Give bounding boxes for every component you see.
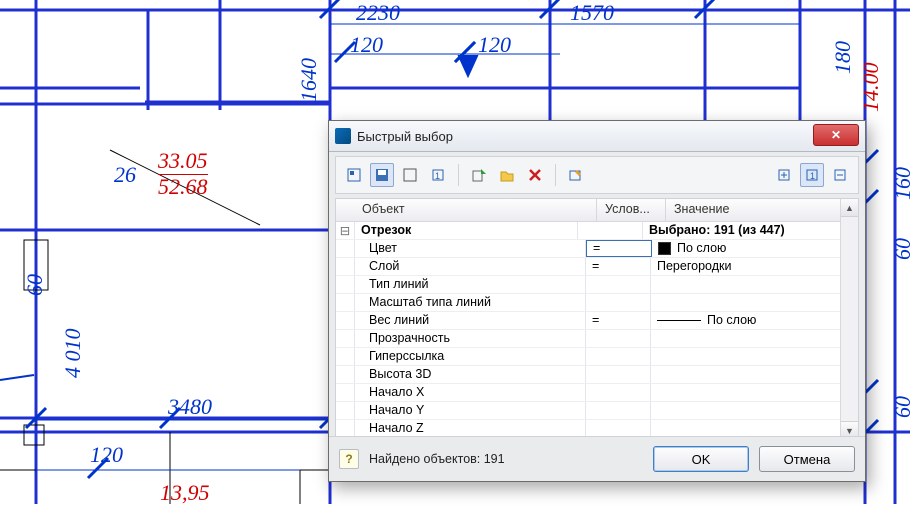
cell-condition[interactable] xyxy=(586,402,651,419)
scroll-up-icon[interactable]: ▲ xyxy=(841,199,858,217)
cell-condition[interactable] xyxy=(586,420,651,437)
tb-one-icon[interactable]: 1 xyxy=(800,163,824,187)
cell-condition[interactable]: = xyxy=(586,312,651,329)
grid-row[interactable]: Масштаб типа линий xyxy=(336,294,858,312)
app-icon xyxy=(335,128,351,144)
grid-row[interactable]: Вес линий= По слою xyxy=(336,312,858,330)
cell-value: Перегородки xyxy=(657,258,731,275)
cell-name: Гиперссылка xyxy=(355,348,586,365)
cell-name: Высота 3D xyxy=(355,366,586,383)
cell-name: Вес линий xyxy=(355,312,586,329)
expand-icon[interactable]: ⊟ xyxy=(336,222,355,239)
grid-row[interactable]: Начало X xyxy=(336,384,858,402)
titlebar[interactable]: Быстрый выбор ✕ xyxy=(329,121,865,152)
close-button[interactable]: ✕ xyxy=(813,124,859,146)
grid-row[interactable]: Высота 3D xyxy=(336,366,858,384)
grid-row[interactable]: Гиперссылка xyxy=(336,348,858,366)
group-value: Выбрано: 191 (из 447) xyxy=(643,222,858,239)
toolbar: 1 1 xyxy=(335,156,859,194)
cell-condition[interactable]: = xyxy=(586,258,651,275)
statusbar: ? Найдено объектов: 191 OK Отмена xyxy=(329,436,865,481)
cell-name: Цвет xyxy=(355,240,586,257)
tb-minus-icon[interactable] xyxy=(828,163,852,187)
cell-condition[interactable] xyxy=(586,348,651,365)
svg-text:1: 1 xyxy=(435,171,440,181)
svg-text:1: 1 xyxy=(810,171,815,181)
tb-plus-icon[interactable] xyxy=(772,163,796,187)
cell-name: Начало Y xyxy=(355,402,586,419)
cell-name: Начало X xyxy=(355,384,586,401)
tb-save-icon[interactable] xyxy=(370,163,394,187)
tb-delete-icon[interactable] xyxy=(523,163,547,187)
color-swatch-icon xyxy=(658,242,671,255)
cell-name: Слой xyxy=(355,258,586,275)
cell-value: По слою xyxy=(677,240,726,257)
grid-row[interactable]: Цвет= По слою xyxy=(336,240,858,258)
tb-edit-icon[interactable] xyxy=(564,163,588,187)
dialog-title: Быстрый выбор xyxy=(357,129,453,144)
cell-condition[interactable] xyxy=(586,276,651,293)
status-text: Найдено объектов: 191 xyxy=(369,452,643,466)
tb-folder-icon[interactable] xyxy=(495,163,519,187)
property-grid: Объект Услов... Значение ⊟Отрезок Выбрано… xyxy=(335,198,859,440)
col-condition[interactable]: Услов... xyxy=(597,199,666,221)
cell-name: Прозрачность xyxy=(355,330,586,347)
tb-list1-icon[interactable]: 1 xyxy=(426,163,450,187)
cell-condition[interactable] xyxy=(586,384,651,401)
cell-condition[interactable] xyxy=(586,330,651,347)
cell-condition[interactable] xyxy=(586,366,651,383)
cell-condition[interactable]: = xyxy=(586,240,652,257)
grid-group-row[interactable]: ⊟Отрезок Выбрано: 191 (из 447) xyxy=(336,222,858,240)
scrollbar[interactable]: ▲ ▼ xyxy=(840,199,858,439)
col-value[interactable]: Значение xyxy=(666,199,858,221)
group-object: Отрезок xyxy=(355,222,578,239)
cell-name: Тип линий xyxy=(355,276,586,293)
tb-export-icon[interactable] xyxy=(467,163,491,187)
grid-row[interactable]: Тип линий xyxy=(336,276,858,294)
grid-header: Объект Услов... Значение xyxy=(336,199,858,222)
tb-select-all-icon[interactable] xyxy=(342,163,366,187)
tb-frame-icon[interactable] xyxy=(398,163,422,187)
col-object[interactable]: Объект xyxy=(336,199,597,221)
cell-condition[interactable] xyxy=(586,294,651,311)
grid-row[interactable]: Слой= Перегородки xyxy=(336,258,858,276)
quick-select-dialog: Быстрый выбор ✕ 1 1 Объект Услов... Знач… xyxy=(328,120,866,482)
cell-name: Масштаб типа линий xyxy=(355,294,586,311)
help-icon[interactable]: ? xyxy=(339,449,359,469)
lineweight-icon xyxy=(657,320,701,321)
cell-value: По слою xyxy=(707,312,756,329)
grid-row[interactable]: Начало Y xyxy=(336,402,858,420)
cell-name: Начало Z xyxy=(355,420,586,437)
grid-row[interactable]: Прозрачность xyxy=(336,330,858,348)
cancel-button[interactable]: Отмена xyxy=(759,446,855,472)
ok-button[interactable]: OK xyxy=(653,446,749,472)
close-icon: ✕ xyxy=(831,129,841,141)
